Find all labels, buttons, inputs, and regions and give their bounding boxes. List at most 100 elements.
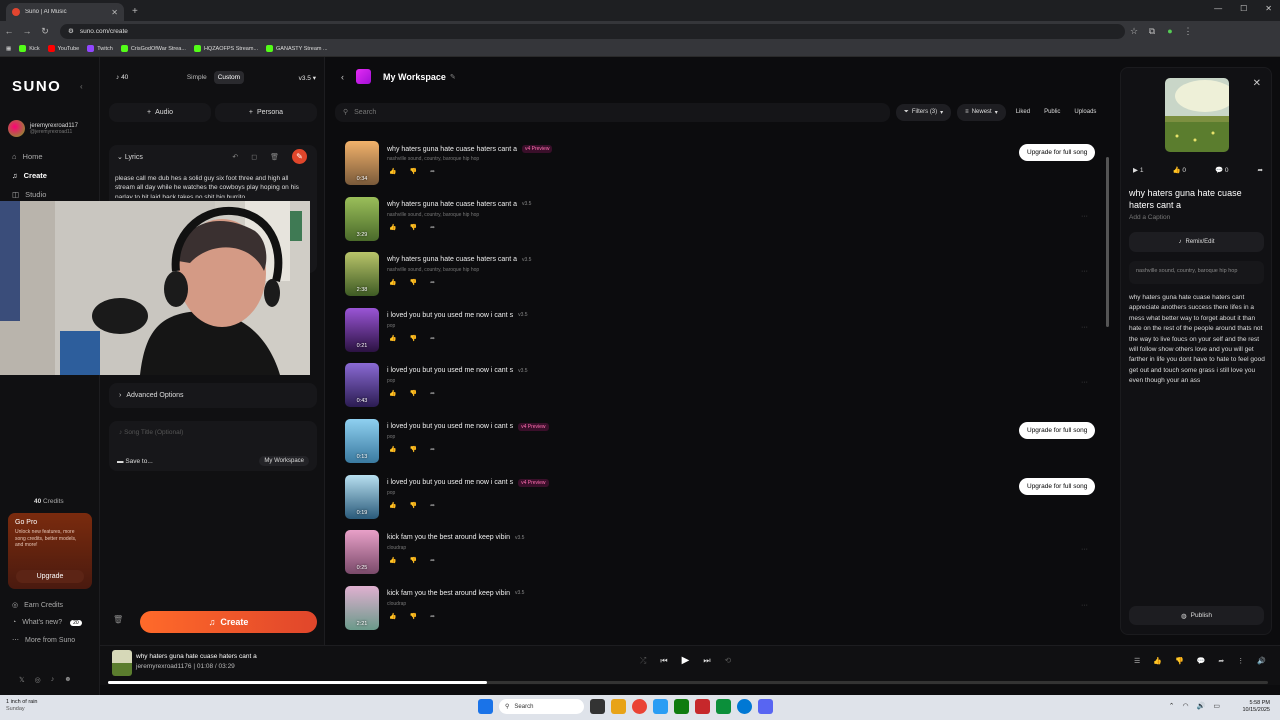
play-icon[interactable]: ▶: [682, 655, 690, 666]
repeat-icon[interactable]: ⟲: [725, 656, 732, 665]
shuffle-icon[interactable]: ⤮: [640, 656, 646, 666]
task-view-icon[interactable]: [590, 699, 605, 714]
upgrade-full-song-button[interactable]: Upgrade for full song: [1019, 477, 1096, 495]
share-icon[interactable]: ➦: [430, 335, 435, 342]
volume-icon[interactable]: 🔊: [1197, 702, 1206, 710]
song-thumbnail[interactable]: 2:21: [345, 585, 379, 630]
store-icon[interactable]: [653, 699, 668, 714]
song-title[interactable]: i loved you but you used me now i cant s…: [387, 422, 549, 431]
dislike-icon[interactable]: 👎: [409, 390, 416, 397]
menu-icon[interactable]: ⋮: [1179, 26, 1197, 37]
playback-progress[interactable]: [108, 681, 1268, 684]
discord-icon[interactable]: [758, 699, 773, 714]
song-title[interactable]: kick fam you the best around keep vibin v…: [387, 534, 524, 541]
song-thumbnail[interactable]: 0:19: [345, 474, 379, 519]
create-button[interactable]: ♫ Create: [140, 611, 317, 633]
maximize-icon[interactable]: ☐: [1240, 4, 1247, 13]
song-thumbnail[interactable]: 0:25: [345, 530, 379, 575]
previous-icon[interactable]: ⏮: [660, 656, 667, 666]
like-icon[interactable]: 👍: [389, 335, 396, 342]
upgrade-button[interactable]: Upgrade: [16, 570, 84, 583]
suno-logo[interactable]: SUNO: [12, 78, 61, 95]
song-row[interactable]: 0:21 i loved you but you used me now i c…: [345, 307, 1105, 364]
queue-icon[interactable]: ☰: [1134, 657, 1140, 665]
dislike-icon[interactable]: 👎: [1175, 657, 1184, 665]
profile-icon[interactable]: ●: [1161, 26, 1179, 36]
chrome-icon[interactable]: [632, 699, 647, 714]
search-input[interactable]: ⚲ Search: [335, 102, 890, 122]
url-field[interactable]: ⚙ suno.com/create: [60, 23, 1125, 39]
dislike-icon[interactable]: 👎: [409, 224, 416, 231]
dislike-icon[interactable]: 👎: [409, 502, 416, 509]
song-title[interactable]: kick fam you the best around keep vibin v…: [387, 590, 524, 597]
nav-item-whats-new[interactable]: ◔ What's new? 20: [12, 619, 82, 626]
song-row[interactable]: 0:13 i loved you but you used me now i c…: [345, 418, 1105, 475]
back-icon[interactable]: ‹: [341, 72, 344, 82]
song-row[interactable]: 0:25 kick fam you the best around keep v…: [345, 530, 1105, 586]
close-icon[interactable]: ✕: [1253, 78, 1261, 89]
song-thumbnail[interactable]: 0:34: [345, 141, 379, 185]
app-icon[interactable]: [716, 699, 731, 714]
add-persona-button[interactable]: + Persona: [215, 103, 317, 122]
dislike-icon[interactable]: 👎: [409, 335, 416, 342]
lyrics-textarea[interactable]: please call me dub hes a solid guy six f…: [115, 174, 307, 198]
like-icon[interactable]: 👍: [1153, 657, 1162, 665]
share-icon[interactable]: ➦: [1218, 657, 1224, 665]
song-row[interactable]: 2:21 kick fam you the best around keep v…: [345, 585, 1105, 642]
mode-simple[interactable]: Simple: [183, 71, 211, 84]
reload-icon[interactable]: ↻: [36, 26, 54, 37]
song-row[interactable]: 2:38 why haters guna hate cuase haters c…: [345, 252, 1105, 308]
bookmark-youtube[interactable]: YouTube: [47, 45, 79, 52]
collapse-sidebar-icon[interactable]: ‹: [80, 82, 83, 91]
nav-item-home[interactable]: ⌂ Home: [12, 152, 47, 161]
nav-item-earn-credits[interactable]: ◎ Earn Credits: [12, 601, 82, 610]
song-thumbnail[interactable]: 0:13: [345, 418, 379, 463]
tiktok-icon[interactable]: ♪: [51, 676, 55, 684]
song-thumbnail[interactable]: 3:29: [345, 196, 379, 241]
extensions-icon[interactable]: ⧉: [1143, 26, 1161, 37]
like-icon[interactable]: 👍: [389, 168, 396, 175]
x-icon[interactable]: 𝕏: [19, 676, 25, 684]
chevron-up-icon[interactable]: ⌃: [1169, 702, 1175, 710]
share-icon[interactable]: ➦: [430, 446, 435, 453]
song-thumbnail[interactable]: 2:38: [345, 252, 379, 297]
dislike-icon[interactable]: 👎: [409, 613, 416, 620]
back-icon[interactable]: ←: [0, 26, 18, 36]
xbox-icon[interactable]: [674, 699, 689, 714]
share-icon[interactable]: ➦: [430, 613, 435, 620]
more-icon[interactable]: ⋮: [1237, 657, 1244, 665]
edge-icon[interactable]: [737, 699, 752, 714]
share-icon[interactable]: ➦: [430, 279, 435, 286]
user-profile[interactable]: jeremyrexroad117 @jeremyrexroad11: [8, 120, 78, 137]
song-title-input[interactable]: ♪ Song Title (Optional): [119, 429, 183, 436]
add-audio-button[interactable]: + Audio: [109, 103, 211, 122]
more-options-icon[interactable]: ···: [1081, 602, 1088, 609]
discord-icon[interactable]: ☻: [64, 676, 71, 684]
like-icon[interactable]: 👍: [389, 390, 396, 397]
forward-icon[interactable]: →: [18, 26, 36, 36]
more-options-icon[interactable]: ···: [1081, 268, 1088, 275]
browser-tab[interactable]: Suno | AI Music ✕: [6, 3, 124, 21]
song-thumbnail[interactable]: 0:21: [345, 307, 379, 352]
windows-start-icon[interactable]: [478, 699, 493, 714]
bookmark-hqzaofps[interactable]: HQZAOFPS Stream...: [193, 45, 258, 52]
bookmark-star-icon[interactable]: ☆: [1125, 26, 1143, 37]
share-icon[interactable]: ➦: [430, 224, 435, 231]
upgrade-full-song-button[interactable]: Upgrade for full song: [1019, 421, 1096, 439]
file-explorer-icon[interactable]: [611, 699, 626, 714]
wifi-icon[interactable]: ◠: [1183, 702, 1189, 710]
app-icon[interactable]: [695, 699, 710, 714]
bookmark-kick[interactable]: Kick: [19, 45, 40, 52]
nav-item-studio[interactable]: ◫ Studio: [12, 190, 47, 199]
song-row[interactable]: 3:29 why haters guna hate cuase haters c…: [345, 196, 1105, 253]
player-song-title[interactable]: why haters guna hate cuase haters cant a: [136, 653, 257, 660]
song-thumbnail[interactable]: 0:43: [345, 363, 379, 408]
nav-item-create[interactable]: ♫ Create: [12, 171, 47, 180]
sort-select[interactable]: ≡ Newest ▾: [957, 103, 1006, 121]
remix-edit-button[interactable]: ♪ Remix/Edit: [1129, 232, 1264, 252]
song-title[interactable]: i loved you but you used me now i cant s…: [387, 478, 549, 487]
like-icon[interactable]: 👍: [389, 502, 396, 509]
filter-public[interactable]: Public: [1040, 109, 1064, 115]
comments-button[interactable]: 💬 0: [1215, 166, 1229, 174]
dislike-icon[interactable]: 👎: [409, 557, 416, 564]
